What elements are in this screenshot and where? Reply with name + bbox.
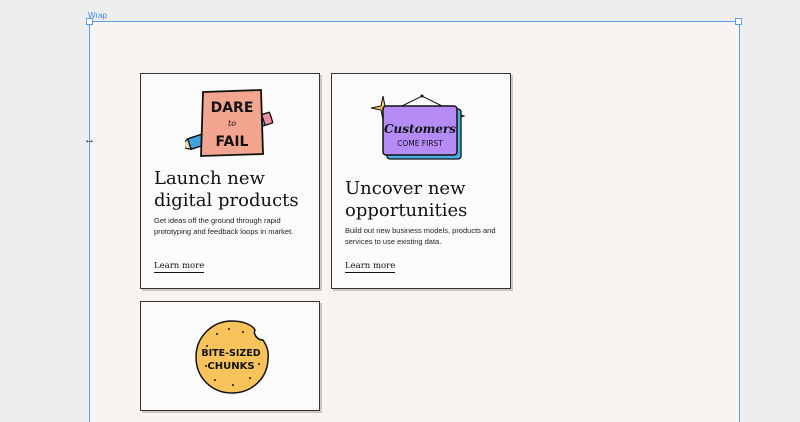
learn-more-link[interactable]: Learn more [154, 261, 205, 273]
dare-text: DARE [211, 100, 254, 116]
chunks-text: CHUNKS [207, 361, 254, 372]
customers-text: Customers [384, 122, 456, 136]
card-description: Get ideas off the ground through rapid p… [154, 216, 294, 236]
resize-cursor-icon: ↔ [84, 134, 95, 146]
resize-handle-top-left[interactable] [86, 18, 93, 25]
to-text: to [228, 119, 236, 128]
card-title: Uncover new opportunities [345, 178, 468, 221]
card-title: Launch new digital products [154, 168, 299, 211]
learn-more-link[interactable]: Learn more [345, 261, 396, 273]
fail-text: FAIL [216, 134, 249, 150]
dare-to-fail-illustration: DARE to FAIL [185, 89, 274, 157]
card-uncover-opportunities: Customers COME FIRST Uncover new opportu… [331, 73, 511, 289]
resize-handle-top-right[interactable] [735, 18, 742, 25]
bite-sized-cookie-illustration: BITE-SIZED CHUNKS [195, 320, 269, 394]
card-description: Build out new business models, products … [345, 226, 496, 246]
customers-come-first-illustration: Customers COME FIRST [370, 94, 466, 160]
come-first-text: COME FIRST [397, 139, 443, 148]
card-launch-digital-products: DARE to FAIL Launch new digital products… [140, 73, 320, 289]
bite-sized-text: BITE-SIZED [201, 348, 260, 359]
card-bite-sized-chunks: BITE-SIZED CHUNKS [140, 301, 320, 411]
